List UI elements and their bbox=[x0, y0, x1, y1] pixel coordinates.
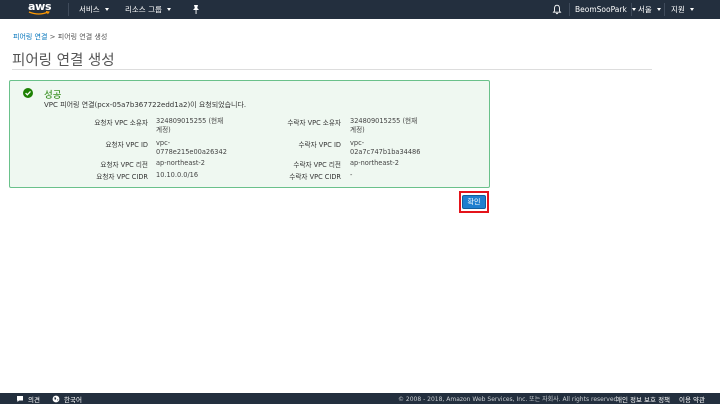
requester-vpc-id-label: 요청자 VPC ID bbox=[105, 141, 148, 149]
requester-owner-value-line2: 계정) bbox=[156, 126, 171, 134]
requester-vpc-id-value-line1: vpc- bbox=[156, 139, 171, 147]
requester-vpc-id-value: vpc- 0778e215e00a26342 bbox=[156, 139, 227, 157]
support-menu[interactable]: 지원 bbox=[671, 0, 694, 19]
breadcrumb: 피어링 연결 > 피어링 연결 생성 bbox=[13, 32, 107, 42]
footer-bar: 의견 한국어 © 2008 - 2018, Amazon Web Service… bbox=[0, 393, 720, 404]
accepter-region-value: ap-northeast-2 bbox=[350, 159, 399, 167]
accepter-owner-label: 수락자 VPC 소유자 bbox=[287, 119, 341, 127]
terms-link[interactable]: 이용 약관 bbox=[679, 393, 705, 404]
accepter-vpc-id-label: 수락자 VPC ID bbox=[298, 141, 341, 149]
language-selector[interactable]: 한국어 bbox=[52, 393, 82, 404]
feedback-label: 의견 bbox=[28, 395, 40, 404]
speech-bubble-icon bbox=[17, 395, 23, 402]
nav-divider bbox=[664, 3, 665, 16]
account-menu-label: BeomSooPark bbox=[575, 5, 627, 14]
accepter-region-label: 수락자 VPC 리전 bbox=[293, 161, 341, 169]
requester-cidr-value: 10.10.0.0/16 bbox=[156, 171, 199, 179]
accepter-owner-value: 324809015255 (현재 계정) bbox=[350, 117, 417, 135]
page-title: 피어링 연결 생성 bbox=[12, 53, 115, 69]
requester-cidr-label: 요청자 VPC CIDR bbox=[96, 173, 148, 181]
breadcrumb-current: 피어링 연결 생성 bbox=[57, 33, 108, 41]
bell-icon[interactable] bbox=[552, 4, 562, 15]
nav-divider bbox=[569, 3, 570, 16]
chevron-down-icon bbox=[104, 8, 109, 11]
breadcrumb-link-peering[interactable]: 피어링 연결 bbox=[13, 33, 47, 41]
accepter-cidr-label: 수락자 VPC CIDR bbox=[289, 173, 341, 181]
chevron-down-icon bbox=[166, 8, 171, 11]
requester-owner-label: 요청자 VPC 소유자 bbox=[94, 119, 148, 127]
aws-logo-text: aws bbox=[28, 0, 52, 13]
account-menu[interactable]: BeomSooPark bbox=[575, 0, 636, 19]
title-divider bbox=[12, 69, 652, 70]
accepter-owner-value-line1: 324809015255 (현재 bbox=[350, 117, 418, 125]
feedback-link[interactable]: 의견 bbox=[16, 393, 40, 404]
services-menu[interactable]: 서비스 bbox=[79, 0, 109, 19]
support-menu-label: 지원 bbox=[671, 5, 685, 14]
nav-divider bbox=[631, 3, 632, 16]
success-panel: 성공 VPC 피어링 연결(pcx-05a7b367722edd1a2)이 요청… bbox=[9, 80, 490, 188]
breadcrumb-separator: > bbox=[47, 33, 58, 41]
pin-icon[interactable] bbox=[191, 4, 201, 15]
accepter-vpc-id-value-line2: 02a7c747b1ba34486 bbox=[350, 148, 421, 156]
requester-owner-value-line1: 324809015255 (현재 bbox=[156, 117, 224, 125]
language-label: 한국어 bbox=[64, 395, 82, 404]
requester-region-value: ap-northeast-2 bbox=[156, 159, 205, 167]
confirm-button[interactable]: 확인 bbox=[462, 195, 486, 209]
requester-vpc-id-value-line2: 0778e215e00a26342 bbox=[156, 148, 227, 156]
accepter-vpc-id-value: vpc- 02a7c747b1ba34486 bbox=[350, 139, 420, 157]
aws-logo[interactable]: aws bbox=[28, 1, 54, 18]
success-message: VPC 피어링 연결(pcx-05a7b367722edd1a2)이 요청되었습… bbox=[44, 101, 247, 109]
chevron-down-icon bbox=[689, 8, 694, 11]
resource-groups-menu-label: 리소스 그룹 bbox=[125, 5, 162, 14]
chevron-down-icon bbox=[656, 8, 661, 11]
services-menu-label: 서비스 bbox=[79, 5, 100, 14]
chevron-down-icon bbox=[631, 8, 636, 11]
requester-owner-value: 324809015255 (현재 계정) bbox=[156, 117, 223, 135]
success-title: 성공 bbox=[44, 90, 62, 101]
top-nav-bar: aws 서비스 리소스 그룹 BeomSooPark 서울 지원 bbox=[0, 0, 720, 19]
accepter-vpc-id-value-line1: vpc- bbox=[350, 139, 365, 147]
resource-groups-menu[interactable]: 리소스 그룹 bbox=[125, 0, 171, 19]
check-circle-icon bbox=[23, 88, 33, 98]
region-menu[interactable]: 서울 bbox=[638, 0, 661, 19]
globe-icon bbox=[52, 395, 60, 402]
privacy-policy-link[interactable]: 개인 정보 보호 정책 bbox=[616, 393, 670, 404]
region-menu-label: 서울 bbox=[638, 5, 652, 14]
copyright-text: © 2008 - 2018, Amazon Web Services, Inc.… bbox=[398, 396, 620, 403]
accepter-cidr-value: - bbox=[350, 171, 353, 179]
requester-region-label: 요청자 VPC 리전 bbox=[100, 161, 148, 169]
accepter-owner-value-line2: 계정) bbox=[350, 126, 365, 134]
nav-divider bbox=[68, 3, 69, 16]
